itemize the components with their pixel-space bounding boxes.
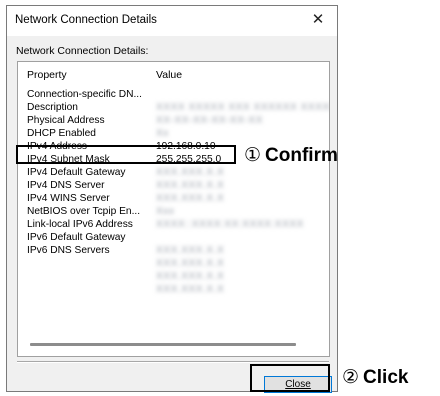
value-cell: Xx xyxy=(156,128,169,139)
value-cell: XXX.XXX.X.X xyxy=(156,284,225,295)
value-cell: XXX.XXX.X.X xyxy=(156,258,225,269)
list-row[interactable]: Description XXXX XXXXX XXX XXXXXX XXXXX xyxy=(18,102,329,114)
network-connection-details-dialog: Network Connection Details ✕ Network Con… xyxy=(6,5,338,393)
property-cell: DHCP Enabled xyxy=(27,128,96,139)
window-title: Network Connection Details xyxy=(15,14,157,26)
list-row[interactable]: XXX.XXX.X.X xyxy=(18,271,329,283)
property-cell: IPv4 WINS Server xyxy=(27,193,110,204)
step-2-number: ② xyxy=(342,367,360,388)
property-cell: IPv6 DNS Servers xyxy=(27,245,110,256)
property-cell: IPv6 Default Gateway xyxy=(27,232,126,243)
list-row[interactable]: IPv4 DNS Server XXX.XXX.X.X xyxy=(18,180,329,192)
close-button-highlight xyxy=(250,364,330,392)
separator xyxy=(17,361,329,363)
property-cell: NetBIOS over Tcpip En... xyxy=(27,206,141,217)
value-cell: XXX.XXX.X.X xyxy=(156,167,225,178)
ipv4-highlight-box xyxy=(16,145,236,164)
confirm-text: Confirm xyxy=(265,145,338,166)
property-cell: Connection-specific DN... xyxy=(27,89,142,100)
confirm-callout: ① Confirm xyxy=(244,144,338,167)
details-list[interactable]: Property Value Connection-specific DN...… xyxy=(17,61,330,357)
value-cell: XXX.XXX.X.X xyxy=(156,245,225,256)
value-cell: XXX.XXX.X.X xyxy=(156,180,225,191)
property-cell: Description xyxy=(27,102,78,113)
list-row[interactable]: IPv4 WINS Server XXX.XXX.X.X xyxy=(18,193,329,205)
details-group-label: Network Connection Details: xyxy=(16,45,148,57)
click-callout: ② Click xyxy=(342,366,408,389)
group-label-text: Network Connection Details: xyxy=(16,45,149,57)
list-row[interactable]: Physical Address XX-XX-XX-XX-XX-XX xyxy=(18,115,329,127)
step-1-number: ① xyxy=(244,145,262,166)
list-row[interactable]: IPv6 Default Gateway xyxy=(18,232,329,244)
title-bar: Network Connection Details ✕ xyxy=(7,6,337,36)
list-row[interactable]: Link-local IPv6 Address XXXX::XXXX:XX:XXX… xyxy=(18,219,329,231)
property-cell: IPv4 DNS Server xyxy=(27,180,105,191)
horizontal-scrollbar[interactable] xyxy=(30,343,296,346)
property-cell: Link-local IPv6 Address xyxy=(27,219,133,230)
list-row[interactable]: IPv6 DNS Servers XXX.XXX.X.X xyxy=(18,245,329,257)
value-cell: XXX.XXX.X.X xyxy=(156,271,225,282)
click-text: Click xyxy=(363,367,409,388)
value-cell: Xxx xyxy=(156,206,175,217)
list-row[interactable]: DHCP Enabled Xx xyxy=(18,128,329,140)
column-header-value[interactable]: Value xyxy=(156,69,182,81)
list-row[interactable]: XXX.XXX.X.X xyxy=(18,284,329,296)
property-cell: Physical Address xyxy=(27,115,105,126)
value-cell: XXXX XXXXX XXX XXXXXX XXXXX xyxy=(156,102,330,113)
value-cell: XXX.XXX.X.X xyxy=(156,193,225,204)
column-header-property[interactable]: Property xyxy=(27,69,67,81)
property-cell: IPv4 Default Gateway xyxy=(27,167,126,178)
list-row[interactable]: IPv4 Default Gateway XXX.XXX.X.X xyxy=(18,167,329,179)
close-icon[interactable]: ✕ xyxy=(309,11,327,29)
value-cell: XXXX::XXXX:XX:XXXX:XXXX xyxy=(156,219,304,230)
list-row[interactable]: XXX.XXX.X.X xyxy=(18,258,329,270)
list-row[interactable]: Connection-specific DN... xyxy=(18,89,329,101)
list-row[interactable]: NetBIOS over Tcpip En... Xxx xyxy=(18,206,329,218)
value-cell: XX-XX-XX-XX-XX-XX xyxy=(156,115,264,126)
